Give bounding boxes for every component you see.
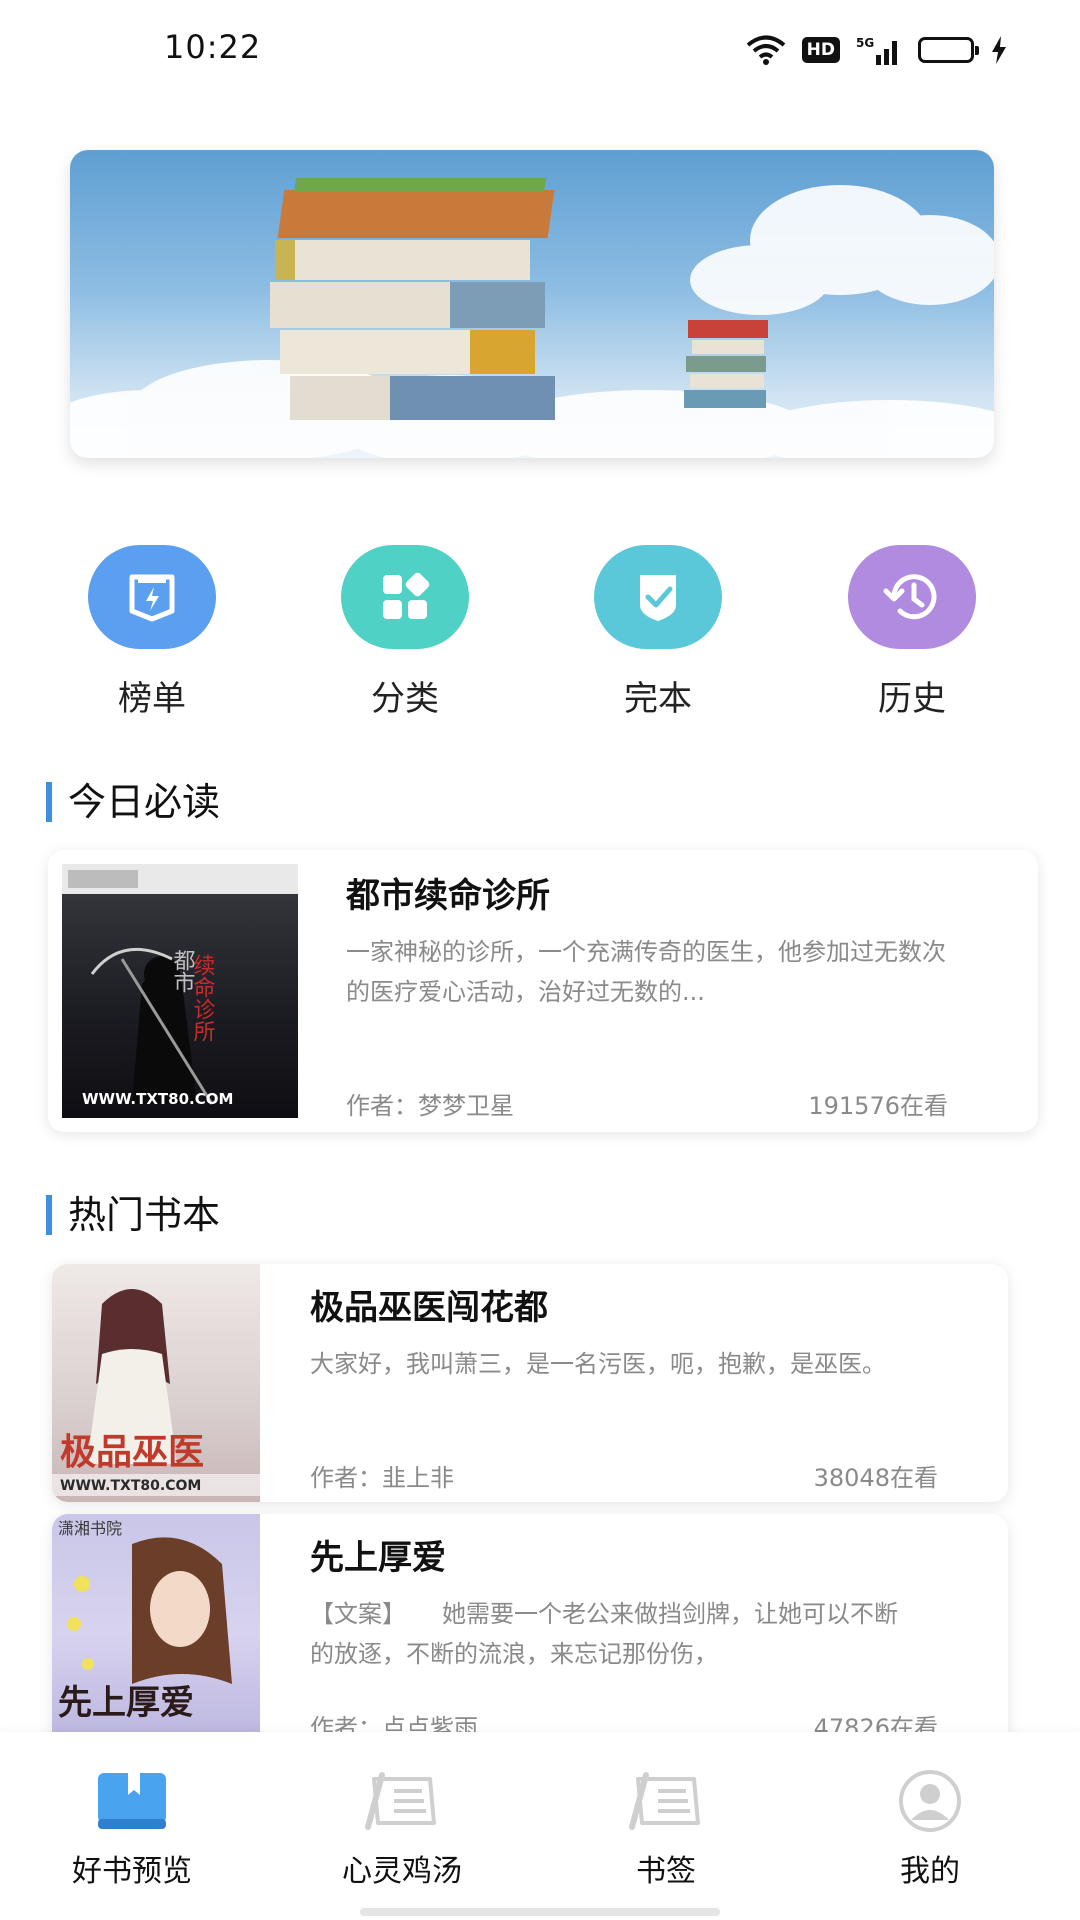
cover-watermark: WWW.TXT80.COM	[82, 1090, 233, 1108]
hot-book-card[interactable]: 潇湘书院 先上厚爱 先上厚爱 【文案】 她需要一个老公来做挡剑牌，让她可以不断的…	[52, 1514, 1008, 1752]
book-cover: 续命诊所 都市 WWW.TXT80.COM	[62, 864, 298, 1118]
charging-icon	[992, 36, 1006, 64]
quick-menu-label: 分类	[371, 679, 439, 719]
ranking-icon	[88, 545, 216, 649]
svg-text:5G: 5G	[856, 36, 874, 50]
quick-menu-label: 榜单	[118, 679, 186, 719]
nav-label: 好书预览	[72, 1854, 192, 1889]
banner-illustration	[70, 178, 994, 458]
cover-art: 潇湘书院 先上厚爱	[58, 1519, 232, 1723]
book-cover: 潇湘书院 先上厚爱	[52, 1514, 260, 1752]
cover-art: 续命诊所 都市 WWW.TXT80.COM	[62, 864, 298, 1108]
book-preview-icon	[92, 1766, 172, 1836]
quick-menu-category[interactable]: 分类	[305, 545, 505, 720]
quick-menu-label: 完本	[624, 679, 692, 719]
profile-icon	[890, 1766, 970, 1836]
nav-item-bookmark[interactable]: 书签	[546, 1732, 786, 1890]
quick-menu-completed[interactable]: 完本	[558, 545, 758, 720]
wifi-icon	[746, 35, 785, 65]
book-title: 都市续命诊所	[346, 876, 550, 916]
book-description: 一家神秘的诊所，一个充满传奇的医生，他参加过无数次的医疗爱心活动，治好过无数的.…	[346, 938, 946, 1006]
nav-label: 心灵鸡汤	[342, 1854, 462, 1889]
book-author: 作者：韭上非	[310, 1464, 454, 1492]
book-readers-count: 38048在看	[813, 1464, 938, 1492]
book-author: 作者：梦梦卫星	[346, 1092, 514, 1120]
cover-publisher: 潇湘书院	[58, 1519, 122, 1538]
notes-icon	[362, 1766, 442, 1836]
nav-item-book-preview[interactable]: 好书预览	[12, 1732, 252, 1890]
section-title-hot: 热门书本	[46, 1195, 220, 1235]
nav-item-soul-soup[interactable]: 心灵鸡汤	[282, 1732, 522, 1890]
quick-menu-ranking[interactable]: 榜单	[52, 545, 252, 720]
featured-book-card[interactable]: 续命诊所 都市 WWW.TXT80.COM 都市续命诊所 一家神秘的诊所，一个充…	[48, 850, 1038, 1132]
status-bar: 10:22 HD 5G	[0, 0, 1080, 100]
quick-menu-label: 历史	[878, 679, 946, 719]
section-title-today: 今日必读	[46, 782, 220, 822]
battery-icon	[918, 37, 979, 63]
signal-icon: 5G	[856, 36, 897, 65]
cover-title: 先上厚爱	[58, 1683, 194, 1723]
status-icons: HD 5G	[746, 30, 1008, 70]
book-cover: 极品巫医 WWW.TXT80.COM	[52, 1264, 260, 1502]
nav-label: 书签	[636, 1854, 696, 1889]
hd-badge: HD	[801, 37, 840, 63]
bottom-navigation: 好书预览 心灵鸡汤 书签 我的	[0, 1732, 1080, 1920]
book-readers-count: 191576在看	[808, 1092, 948, 1120]
book-description: 大家好，我叫萧三，是一名污医，呃，抱歉，是巫医。	[310, 1350, 886, 1378]
history-icon	[848, 545, 976, 649]
quick-menu-history[interactable]: 历史	[812, 545, 1012, 720]
cover-watermark: WWW.TXT80.COM	[60, 1478, 201, 1494]
category-icon	[341, 545, 469, 649]
nav-label: 我的	[900, 1854, 960, 1889]
completed-icon	[594, 545, 722, 649]
hot-book-card[interactable]: 极品巫医 WWW.TXT80.COM 极品巫医闯花都 大家好，我叫萧三，是一名污…	[52, 1264, 1008, 1502]
status-time: 10:22	[164, 28, 262, 66]
book-title: 先上厚爱	[310, 1538, 446, 1578]
nav-item-profile[interactable]: 我的	[810, 1732, 1050, 1890]
cover-art: 极品巫医 WWW.TXT80.COM	[52, 1289, 260, 1496]
book-title: 极品巫医闯花都	[310, 1288, 548, 1328]
book-description: 【文案】 她需要一个老公来做挡剑牌，让她可以不断的放逐，不断的流浪，来忘记那份伤…	[310, 1600, 898, 1668]
promo-banner[interactable]	[70, 150, 994, 458]
bookmark-icon	[626, 1766, 706, 1836]
cover-title: 都市	[170, 949, 196, 993]
cover-title: 极品巫医	[60, 1431, 204, 1473]
home-indicator[interactable]	[360, 1908, 720, 1916]
